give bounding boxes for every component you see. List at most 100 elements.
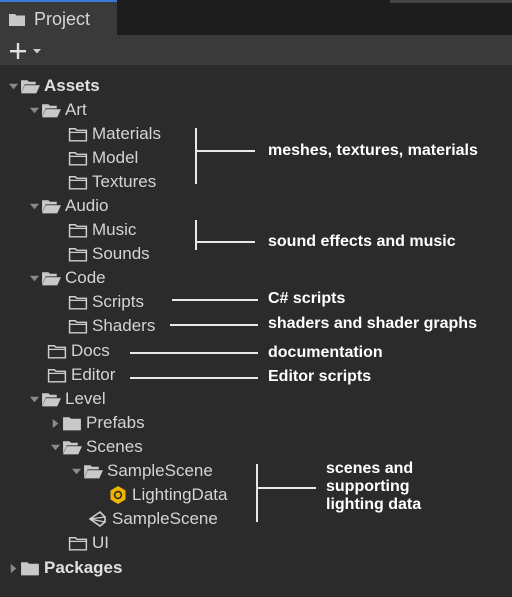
annotation-line [172,299,258,301]
tree-item-label: Music [92,220,137,239]
tree-item-packages[interactable]: Packages [6,556,122,580]
expand-arrow-icon[interactable] [27,266,41,290]
tree-item-textures[interactable]: Textures [68,170,156,194]
folder-open-icon [62,438,84,456]
annotation-scenes-line1: scenes and [326,460,414,477]
expand-arrow-icon[interactable] [69,459,83,483]
tree-item-label: SampleScene [112,509,218,528]
annotation-docs: documentation [268,344,383,361]
annotation-scenes-line2: supporting [326,478,410,495]
tree-item-music[interactable]: Music [68,218,136,242]
collapse-arrow-icon[interactable] [6,556,20,580]
tab-project-label: Project [34,9,91,29]
tree-item-sounds[interactable]: Sounds [68,242,150,266]
folder-icon [20,559,42,577]
tree-item-shaders[interactable]: Shaders [68,314,155,338]
tree-item-label: Code [65,268,106,287]
tree-item-label: Model [92,148,139,167]
annotation-bracket [195,128,197,184]
folder-icon [68,149,90,167]
folder-icon [62,414,84,432]
annotation-line [195,241,255,243]
tree-item-samplescene-folder[interactable]: SampleScene [69,459,213,483]
tree-item-label: Scripts [92,292,144,311]
annotation-shaders: shaders and shader graphs [268,315,477,332]
tree-item-prefabs[interactable]: Prefabs [48,411,145,435]
tree-item-label: Materials [92,124,161,143]
tree-item-label: Sounds [92,244,150,263]
tree-item-label: SampleScene [107,461,213,480]
tree-item-label: Level [65,389,106,408]
annotation-scripts: C# scripts [268,290,346,307]
folder-open-icon [41,197,63,215]
tree-item-label: Docs [71,341,110,360]
unity-scene-icon [88,510,110,528]
tree-item-docs[interactable]: Docs [47,339,110,363]
tree-item-ui[interactable]: UI [68,531,109,555]
tree-item-label: Scenes [86,437,143,456]
tree-item-label: Prefabs [86,413,145,432]
tab-strip-divider [390,0,512,3]
tree-item-editor[interactable]: Editor [47,363,115,387]
folder-open-icon [20,77,42,95]
folder-icon [68,125,90,143]
expand-arrow-icon[interactable] [6,74,20,98]
tree-item-scripts[interactable]: Scripts [68,290,144,314]
folder-icon [68,293,90,311]
annotation-art: meshes, textures, materials [268,142,478,159]
tree-item-label: Assets [44,76,100,95]
tree-item-scenes[interactable]: Scenes [48,435,143,459]
tree-item-assets[interactable]: Assets [6,74,100,98]
tree-item-art[interactable]: Art [27,98,87,122]
annotation-line [256,487,316,489]
tree-item-label: UI [92,533,109,552]
folder-open-icon [41,269,63,287]
annotation-editor: Editor scripts [268,368,372,385]
annotation-line [195,150,255,152]
folder-icon [47,342,69,360]
folder-open-icon [41,390,63,408]
tree-item-code[interactable]: Code [27,266,106,290]
tree-item-samplescene-file[interactable]: SampleScene [88,507,218,531]
folder-icon [68,221,90,239]
tab-project[interactable]: Project [0,0,117,35]
expand-arrow-icon[interactable] [27,194,41,218]
tree-item-label: Audio [65,196,109,215]
tree-item-level[interactable]: Level [27,387,106,411]
annotation-line [130,352,258,354]
folder-icon [68,317,90,335]
annotation-scenes-line3: lighting data [326,496,422,513]
folder-icon [68,245,90,263]
folder-icon [47,366,69,384]
tab-bar: Project [0,0,512,35]
tree-item-label: Art [65,100,87,119]
tree-item-label: Editor [71,365,116,384]
expand-arrow-icon[interactable] [27,387,41,411]
tree-item-materials[interactable]: Materials [68,122,161,146]
toolbar [0,35,512,65]
annotation-bracket [195,220,197,250]
folder-open-icon [41,101,63,119]
tree-item-audio[interactable]: Audio [27,194,108,218]
tree-item-label: LightingData [132,485,228,504]
tree-item-label: Textures [92,172,157,191]
tree-item-label: Shaders [92,316,156,335]
caret-down-icon [33,49,41,54]
tree-item-lightingdata[interactable]: LightingData [108,483,227,507]
folder-icon [68,173,90,191]
annotation-scenes: scenes and supporting lighting data [326,460,421,514]
tree-item-model[interactable]: Model [68,146,138,170]
lighting-data-icon [108,486,130,504]
folder-open-icon [83,462,105,480]
annotation-bracket [256,464,258,522]
add-button[interactable] [7,40,51,62]
expand-arrow-icon[interactable] [27,98,41,122]
folder-icon [68,534,90,552]
annotation-line [170,324,258,326]
collapse-arrow-icon[interactable] [48,411,62,435]
folder-icon [9,14,25,26]
expand-arrow-icon[interactable] [48,435,62,459]
annotation-line [130,377,258,379]
plus-icon [10,43,26,59]
tree-item-label: Packages [44,558,123,577]
